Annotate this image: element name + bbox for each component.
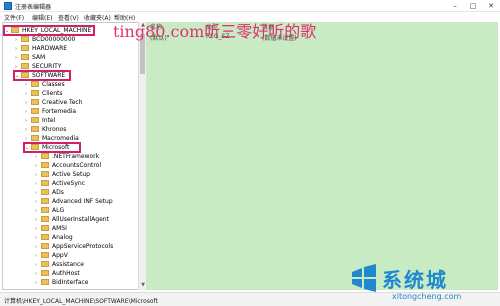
folder-icon xyxy=(41,162,49,168)
folder-icon xyxy=(41,216,49,222)
folder-icon xyxy=(21,63,29,69)
tree-node-label: Assistance xyxy=(52,261,84,268)
tree-node-label: ActiveSync xyxy=(52,180,86,187)
folder-icon xyxy=(41,234,49,240)
folder-icon xyxy=(41,180,49,186)
tree-node-label: BCD00000000 xyxy=(32,36,76,43)
regedit-app-icon xyxy=(4,2,12,10)
folder-icon xyxy=(21,54,29,60)
tree-node[interactable]: › BidInterface xyxy=(35,278,88,287)
folder-icon xyxy=(31,81,39,87)
tree-node[interactable]: › AppV xyxy=(35,251,68,260)
tree-node-label: Advanced INF Setup xyxy=(52,198,113,205)
tree-scrollbar[interactable]: ▲ ▼ xyxy=(138,22,146,290)
tree-node[interactable]: › Active Setup xyxy=(35,170,90,179)
folder-icon xyxy=(31,90,39,96)
tree-node[interactable]: › Intel xyxy=(25,116,55,125)
maximize-button[interactable]: □ xyxy=(464,0,482,12)
values-pane[interactable]: 名称 类型 数据 (默认) REG_SZ (数值未设置) xyxy=(146,22,498,290)
close-button[interactable]: ✕ xyxy=(482,0,500,12)
tree-node-label: SECURITY xyxy=(32,63,62,70)
tree-node-label: BidInterface xyxy=(52,279,89,286)
tree-node[interactable]: › Assistance xyxy=(35,260,84,269)
folder-icon xyxy=(41,189,49,195)
folder-icon xyxy=(41,270,49,276)
tree-node[interactable]: › ActiveSync xyxy=(35,179,85,188)
tree-node[interactable]: › AppServiceProtocols xyxy=(35,242,113,251)
folder-icon xyxy=(41,153,49,159)
tree-node-label: Creative Tech xyxy=(42,99,83,106)
registry-tree[interactable]: ⌄ HKEY_LOCAL_MACHINE › BCD00000000 › HARDWARE… xyxy=(2,22,145,290)
tree-node-label: Intel xyxy=(42,117,56,124)
tree-node[interactable]: › .NETFramework xyxy=(35,152,99,161)
tree-node-label: Active Setup xyxy=(52,171,90,178)
tree-node-label: Classes xyxy=(42,81,65,88)
menu-file[interactable]: 文件(F) xyxy=(4,13,24,22)
tree-node[interactable]: › ALG xyxy=(35,206,64,215)
watermark-text: ting80.com听三零好听的歌 xyxy=(113,22,317,41)
logo-text-cn: 系统城 xyxy=(382,268,448,292)
folder-icon xyxy=(21,45,29,51)
folder-icon xyxy=(31,117,39,123)
folder-icon xyxy=(41,225,49,231)
tree-node-label: ADs xyxy=(52,189,64,196)
logo-text-en: xitongcheng.com xyxy=(392,292,462,301)
folder-icon xyxy=(41,252,49,258)
folder-icon xyxy=(41,171,49,177)
tree-node-label: AuthHost xyxy=(52,270,80,277)
site-logo: 系统城 xitongcheng.com xyxy=(350,262,500,306)
folder-icon xyxy=(31,126,39,132)
tree-node[interactable]: › HARDWARE xyxy=(15,44,67,53)
menu-view[interactable]: 查看(V) xyxy=(58,13,79,22)
tree-node[interactable]: › BCD00000000 xyxy=(15,35,75,44)
tree-node-label: AMSI xyxy=(52,225,67,232)
tree-node[interactable]: › ADs xyxy=(35,188,64,197)
tree-node[interactable]: › Analog xyxy=(35,233,73,242)
status-path: 计算机\HKEY_LOCAL_MACHINE\SOFTWARE\Microsof… xyxy=(4,298,158,305)
tree-node[interactable]: › Advanced INF Setup xyxy=(35,197,113,206)
tree-node[interactable]: › SAM xyxy=(15,53,45,62)
menu-edit[interactable]: 编辑(E) xyxy=(32,13,52,22)
tree-node-label: Khronos xyxy=(42,126,67,133)
folder-icon xyxy=(31,135,39,141)
tree-node-label: SAM xyxy=(32,54,46,61)
tree-node[interactable]: › AllUserInstallAgent xyxy=(35,215,109,224)
folder-icon xyxy=(41,261,49,267)
menu-favorites[interactable]: 收藏夹(A) xyxy=(84,13,111,22)
tree-node[interactable]: › Clients xyxy=(25,89,63,98)
window-title: 注册表编辑器 xyxy=(15,4,52,11)
tree-node-label: Analog xyxy=(52,234,73,241)
tree-node-label: ALG xyxy=(52,207,65,214)
minimize-button[interactable]: – xyxy=(446,0,464,12)
tree-node-label: HARDWARE xyxy=(32,45,68,52)
tree-node-label: Macromedia xyxy=(42,135,79,142)
tree-node[interactable]: › Classes xyxy=(25,80,65,89)
tree-node-label: AppV xyxy=(52,252,68,259)
folder-icon xyxy=(41,198,49,204)
tree-node-label: AppServiceProtocols xyxy=(52,243,114,250)
folder-icon xyxy=(41,279,49,285)
tree-node[interactable]: › AccountsControl xyxy=(35,161,101,170)
tree-node-label: Fortemedia xyxy=(42,108,77,115)
tree-node[interactable]: › Creative Tech xyxy=(25,98,83,107)
tree-node-label: Clients xyxy=(42,90,63,97)
folder-icon xyxy=(41,243,49,249)
folder-icon xyxy=(21,36,29,42)
tree-node[interactable]: › AMSI xyxy=(35,224,67,233)
folder-icon xyxy=(31,99,39,105)
tree-node[interactable]: › Khronos xyxy=(25,125,66,134)
folder-icon xyxy=(41,207,49,213)
windows-logo-icon xyxy=(352,264,376,292)
tree-node[interactable]: › Fortemedia xyxy=(25,107,76,116)
tree-node-label: AllUserInstallAgent xyxy=(52,216,109,223)
folder-icon xyxy=(31,108,39,114)
tree-node-label: .NETFramework xyxy=(52,153,100,160)
tree-node-label: AccountsControl xyxy=(52,162,102,169)
title-bar: 注册表编辑器 – □ ✕ xyxy=(0,0,500,12)
tree-node[interactable]: › AuthHost xyxy=(35,269,80,278)
